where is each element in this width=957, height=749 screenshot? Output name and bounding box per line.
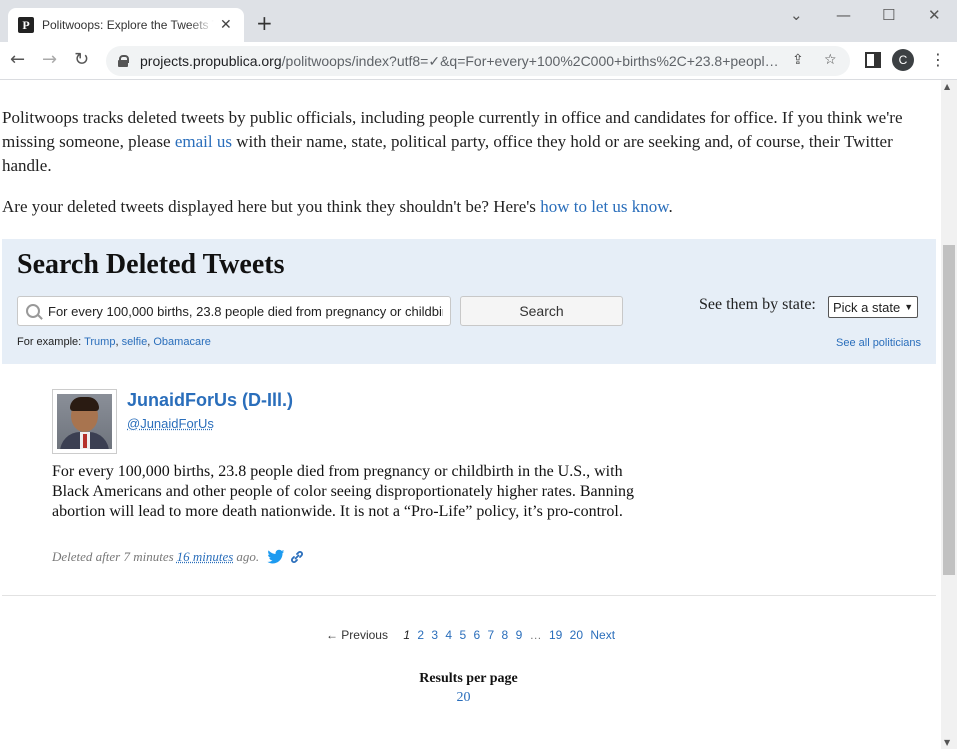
pagination-page-link[interactable]: 2	[417, 628, 424, 642]
how-to-let-us-know-link[interactable]: how to let us know	[540, 197, 668, 216]
tab-search-chevron-icon[interactable]: ⌄	[790, 6, 803, 24]
propublica-favicon-icon: P	[18, 17, 34, 33]
example-link-selfie[interactable]: selfie	[122, 336, 148, 348]
url-text[interactable]: projects.propublica.org/politwoops/index…	[140, 53, 780, 70]
twitter-bird-icon[interactable]	[267, 549, 285, 565]
pagination-page-link[interactable]: 4	[445, 628, 452, 642]
scroll-down-arrow-icon[interactable]: ▼	[944, 738, 950, 747]
ago-suffix: ago.	[236, 549, 260, 564]
search-examples: For example: Trump, selfie, Obamacare	[17, 336, 211, 348]
tweet-time-link[interactable]: 16 minutes	[177, 549, 234, 565]
lock-icon[interactable]	[118, 55, 129, 67]
browser-tab-strip: P Politwoops: Explore the Tweets They Wo…	[0, 0, 957, 42]
page-content: Politwoops tracks deleted tweets by publ…	[0, 80, 941, 749]
search-icon	[26, 304, 40, 318]
divider	[2, 595, 936, 596]
example-link-obamacare[interactable]: Obamacare	[153, 336, 210, 348]
intro-paragraph: Politwoops tracks deleted tweets by publ…	[2, 108, 903, 175]
pagination-page-link[interactable]: 8	[502, 628, 509, 642]
tweet-text: For every 100,000 births, 23.8 people di…	[52, 463, 635, 520]
tweet-meta: Deleted after 7 minutes 16 minutes ago.	[52, 549, 305, 565]
pagination-page-link[interactable]: 3	[431, 628, 438, 642]
search-heading: Search Deleted Tweets	[17, 249, 285, 280]
politician-handle-link[interactable]: @JunaidForUs	[127, 416, 214, 431]
pagination-page-link[interactable]: 6	[473, 628, 480, 642]
state-select[interactable]: Pick a state ▼	[828, 296, 919, 318]
maximize-icon[interactable]: ☐	[882, 6, 895, 24]
new-tab-icon[interactable]: +	[256, 11, 273, 35]
example-link-trump[interactable]: Trump	[84, 336, 115, 348]
scroll-up-arrow-icon[interactable]: ▲	[944, 82, 950, 91]
reload-icon[interactable]: ↻	[74, 49, 89, 70]
side-panel-icon[interactable]	[865, 52, 881, 68]
search-input[interactable]	[48, 303, 443, 319]
minimize-icon[interactable]: —	[836, 6, 851, 24]
pagination-page-link[interactable]: 5	[459, 628, 466, 642]
pagination-previous: ← Previous	[325, 628, 388, 642]
chevron-down-icon: ▼	[904, 302, 914, 312]
see-all-politicians-link[interactable]: See all politicians	[836, 337, 921, 349]
pagination-page-link[interactable]: 7	[488, 628, 495, 642]
pagination-next-link[interactable]: Next	[590, 628, 615, 642]
window-close-icon[interactable]: ✕	[928, 6, 941, 24]
pagination-page-link[interactable]: 9	[516, 628, 523, 642]
state-label: See them by state:	[699, 296, 816, 313]
search-panel: Search Deleted Tweets Search See them by…	[2, 239, 936, 364]
pagination-current-page: 1	[403, 628, 411, 642]
page-scrollbar[interactable]: ▲ ▼	[941, 80, 957, 749]
email-us-link[interactable]: email us	[175, 132, 232, 151]
politician-photo[interactable]	[52, 389, 117, 454]
politician-name-link[interactable]: JunaidForUs (D-Ill.)	[127, 390, 293, 411]
search-input-wrapper[interactable]	[17, 296, 451, 326]
browser-tab[interactable]: P Politwoops: Explore the Tweets They Wo…	[8, 8, 244, 42]
scrollbar-thumb[interactable]	[943, 245, 955, 575]
profile-avatar[interactable]: C	[892, 49, 914, 71]
permalink-icon[interactable]	[289, 549, 305, 565]
pagination-page-link[interactable]: 19	[549, 628, 562, 642]
tab-title: Politwoops: Explore the Tweets They Woul…	[42, 18, 214, 32]
address-bar[interactable]: projects.propublica.org/politwoops/index…	[106, 46, 850, 76]
browser-menu-icon[interactable]: ⋮	[930, 50, 946, 69]
bookmark-star-icon[interactable]: ☆	[824, 52, 837, 68]
results-per-page-value[interactable]: 20	[0, 690, 927, 706]
search-button[interactable]: Search	[460, 296, 623, 326]
takedown-paragraph: Are your deleted tweets displayed here b…	[2, 197, 673, 216]
share-icon[interactable]: ⇪	[792, 52, 804, 68]
back-arrow-icon[interactable]: ←	[10, 49, 25, 70]
pagination-page-link[interactable]: 20	[570, 628, 583, 642]
tab-close-icon[interactable]: ✕	[220, 17, 232, 33]
pagination: ← Previous 1 2 3 4 5 6 7 8 9 … 19 20 Nex…	[0, 628, 941, 642]
browser-toolbar: ← → ↻ projects.propublica.org/politwoops…	[0, 42, 957, 80]
pagination-gap: …	[529, 628, 542, 642]
forward-arrow-icon[interactable]: →	[42, 49, 57, 70]
deleted-after-text: Deleted after 7 minutes	[52, 549, 174, 564]
results-per-page-label: Results per page	[419, 671, 518, 686]
